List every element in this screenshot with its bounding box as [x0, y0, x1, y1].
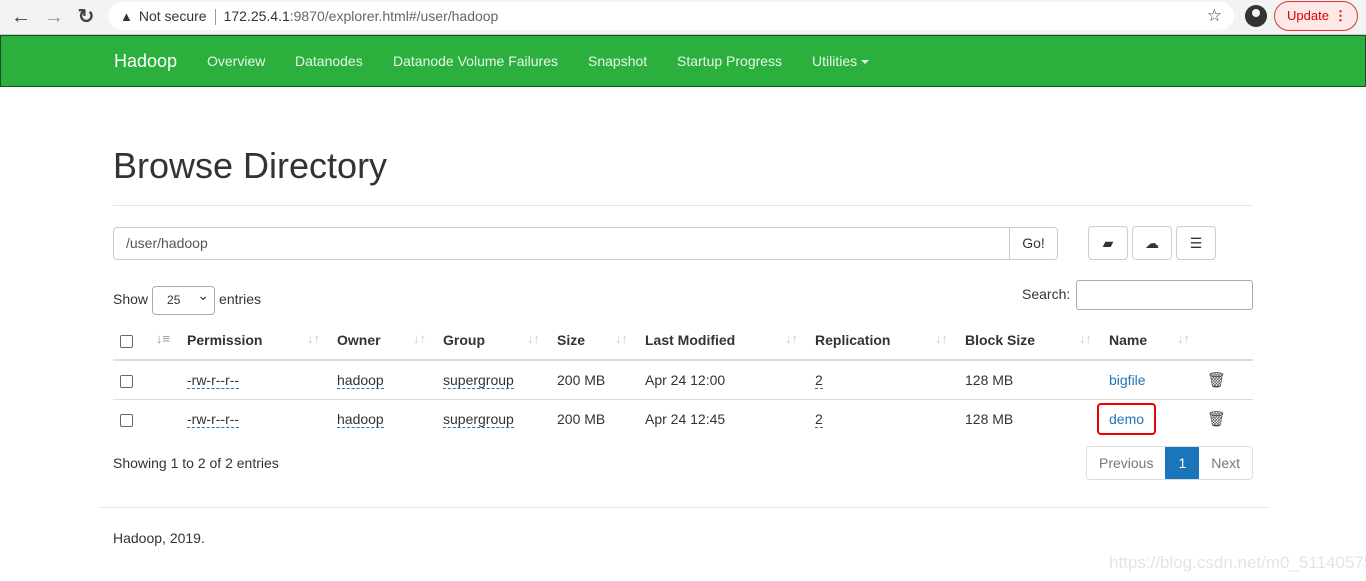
- sort-ascending-icon: ↓≡: [155, 331, 170, 346]
- browser-toolbar: ← → ↻ ▲ Not secure 172.25.4.1:9870/explore…: [0, 0, 1366, 35]
- table-row: -rw-r--r-- hadoop supergroup 200 MB Apr …: [113, 360, 1253, 400]
- header-last-modified[interactable]: Last Modified ↓↑: [638, 321, 808, 361]
- divider: [113, 205, 1253, 206]
- entries-label: entries: [219, 291, 262, 308]
- sort-icon: ↓↑: [935, 331, 948, 346]
- sort-column[interactable]: ↓≡: [148, 321, 180, 361]
- header-actions: [1200, 321, 1253, 361]
- navbar: Hadoop Overview Datanodes Datanode Volum…: [0, 35, 1366, 87]
- row-checkbox[interactable]: [120, 374, 133, 388]
- trash-icon[interactable]: 🗑: [1207, 411, 1226, 428]
- permission-value[interactable]: -rw-r--r--: [187, 410, 240, 428]
- go-button[interactable]: Go!: [1009, 227, 1058, 260]
- header-replication[interactable]: Replication ↓↑: [808, 321, 958, 361]
- nav-overview[interactable]: Overview: [207, 53, 265, 69]
- header-group[interactable]: Group ↓↑: [436, 321, 550, 361]
- modified-value: Apr 24 12:00: [638, 360, 808, 400]
- nav-snapshot[interactable]: Snapshot: [588, 53, 647, 69]
- modified-value: Apr 24 12:45: [645, 410, 726, 427]
- reload-button[interactable]: ↻: [74, 5, 98, 29]
- sort-icon: ↓↑: [615, 331, 628, 346]
- forward-button[interactable]: →: [42, 5, 66, 29]
- sort-icon: ↓↑: [307, 331, 320, 346]
- show-label: Show: [113, 291, 149, 308]
- block-size-value: 128 MB: [965, 410, 1014, 427]
- header-name[interactable]: Name ↓↑: [1102, 321, 1200, 361]
- size-value: 200 MB: [550, 360, 638, 400]
- header-owner[interactable]: Owner ↓↑: [330, 321, 436, 361]
- upload-button[interactable]: ☁: [1132, 226, 1172, 260]
- row-checkbox[interactable]: [120, 413, 133, 427]
- file-table: ↓≡ Permission ↓↑ Owner ↓↑ Group ↓↑ Size ↓↑ L…: [113, 321, 1253, 438]
- footer: Hadoop, 2019.: [113, 530, 205, 546]
- page-title: Browse Directory: [113, 145, 388, 186]
- update-button[interactable]: Update ⋮: [1274, 1, 1358, 31]
- owner-value[interactable]: hadoop: [337, 410, 384, 428]
- select-all-checkbox[interactable]: [120, 334, 133, 348]
- sort-icon: ↓↑: [1079, 331, 1092, 346]
- nav-datanodes[interactable]: Datanodes: [295, 53, 363, 69]
- back-button[interactable]: ←: [9, 5, 33, 29]
- table-header-row: ↓≡ Permission ↓↑ Owner ↓↑ Group ↓↑ Size ↓↑ L…: [113, 321, 1253, 361]
- footer-divider: [99, 507, 1268, 508]
- page-length-control: Show25entries: [113, 282, 262, 315]
- file-name-link[interactable]: bigfile: [1109, 372, 1146, 388]
- header-block-size[interactable]: Block Size ↓↑: [958, 321, 1102, 361]
- next-button[interactable]: Next: [1199, 447, 1252, 479]
- security-label: Not secure: [138, 8, 207, 24]
- replication-value[interactable]: 2: [815, 410, 823, 428]
- bookmark-star-icon[interactable]: ☆: [1207, 2, 1222, 30]
- nav-utilities[interactable]: Utilities: [812, 53, 870, 69]
- profile-icon[interactable]: [1245, 5, 1267, 27]
- navbar-brand[interactable]: Hadoop: [114, 51, 177, 72]
- folder-open-icon: ▰: [1102, 235, 1114, 251]
- nav-startup-progress[interactable]: Startup Progress: [677, 53, 782, 69]
- permission-value[interactable]: -rw-r--r--: [187, 371, 240, 389]
- sort-icon: ↓↑: [785, 331, 798, 346]
- cloud-upload-icon: ☁: [1145, 235, 1159, 251]
- watermark: https://blog.csdn.net/m0_51140575: [1109, 553, 1366, 572]
- replication-value[interactable]: 2: [815, 371, 823, 389]
- sort-icon: ↓↑: [1177, 331, 1190, 346]
- sort-icon: ↓↑: [413, 331, 426, 346]
- url-path: :9870/explorer.html#/user/hadoop: [289, 8, 499, 24]
- page-1-button[interactable]: 1: [1165, 447, 1200, 479]
- trash-icon[interactable]: 🗑: [1207, 372, 1226, 389]
- block-size-value: 128 MB: [958, 360, 1102, 400]
- caret-down-icon: [861, 60, 870, 65]
- utilities-label: Utilities: [812, 53, 858, 69]
- search-input[interactable]: [1076, 280, 1253, 310]
- group-value[interactable]: supergroup: [443, 371, 514, 389]
- sort-icon: ↓↑: [527, 331, 540, 346]
- table-row: -rw-r--r-- hadoop supergroup 200 MB Apr …: [113, 399, 1253, 438]
- list-icon: ☰: [1189, 235, 1203, 251]
- warning-icon: ▲: [120, 9, 133, 24]
- update-label: Update: [1287, 8, 1329, 23]
- address-bar[interactable]: ▲ Not secure 172.25.4.1:9870/explorer.html…: [108, 2, 1234, 30]
- url-host: 172.25.4.1: [223, 8, 290, 24]
- group-value[interactable]: supergroup: [443, 410, 514, 428]
- previous-button[interactable]: Previous: [1087, 447, 1165, 479]
- table-info: Showing 1 to 2 of 2 entries: [113, 455, 279, 471]
- menu-dots-icon: ⋮: [1334, 8, 1347, 23]
- size-value: 200 MB: [557, 410, 606, 427]
- nav-volume-failures[interactable]: Datanode Volume Failures: [393, 53, 558, 69]
- pagination: Previous 1 Next: [1086, 446, 1254, 480]
- directory-path-input[interactable]: /user/hadoop: [113, 227, 1010, 260]
- cut-paste-button[interactable]: ☰: [1176, 226, 1216, 260]
- search-label: Search:: [1022, 286, 1071, 302]
- file-name-link-highlighted[interactable]: demo: [1096, 402, 1157, 435]
- create-directory-button[interactable]: ▰: [1088, 226, 1128, 260]
- owner-value[interactable]: hadoop: [337, 371, 384, 389]
- header-size[interactable]: Size ↓↑: [550, 321, 638, 361]
- page-length-select[interactable]: 25: [152, 282, 216, 315]
- header-permission[interactable]: Permission ↓↑: [180, 321, 330, 361]
